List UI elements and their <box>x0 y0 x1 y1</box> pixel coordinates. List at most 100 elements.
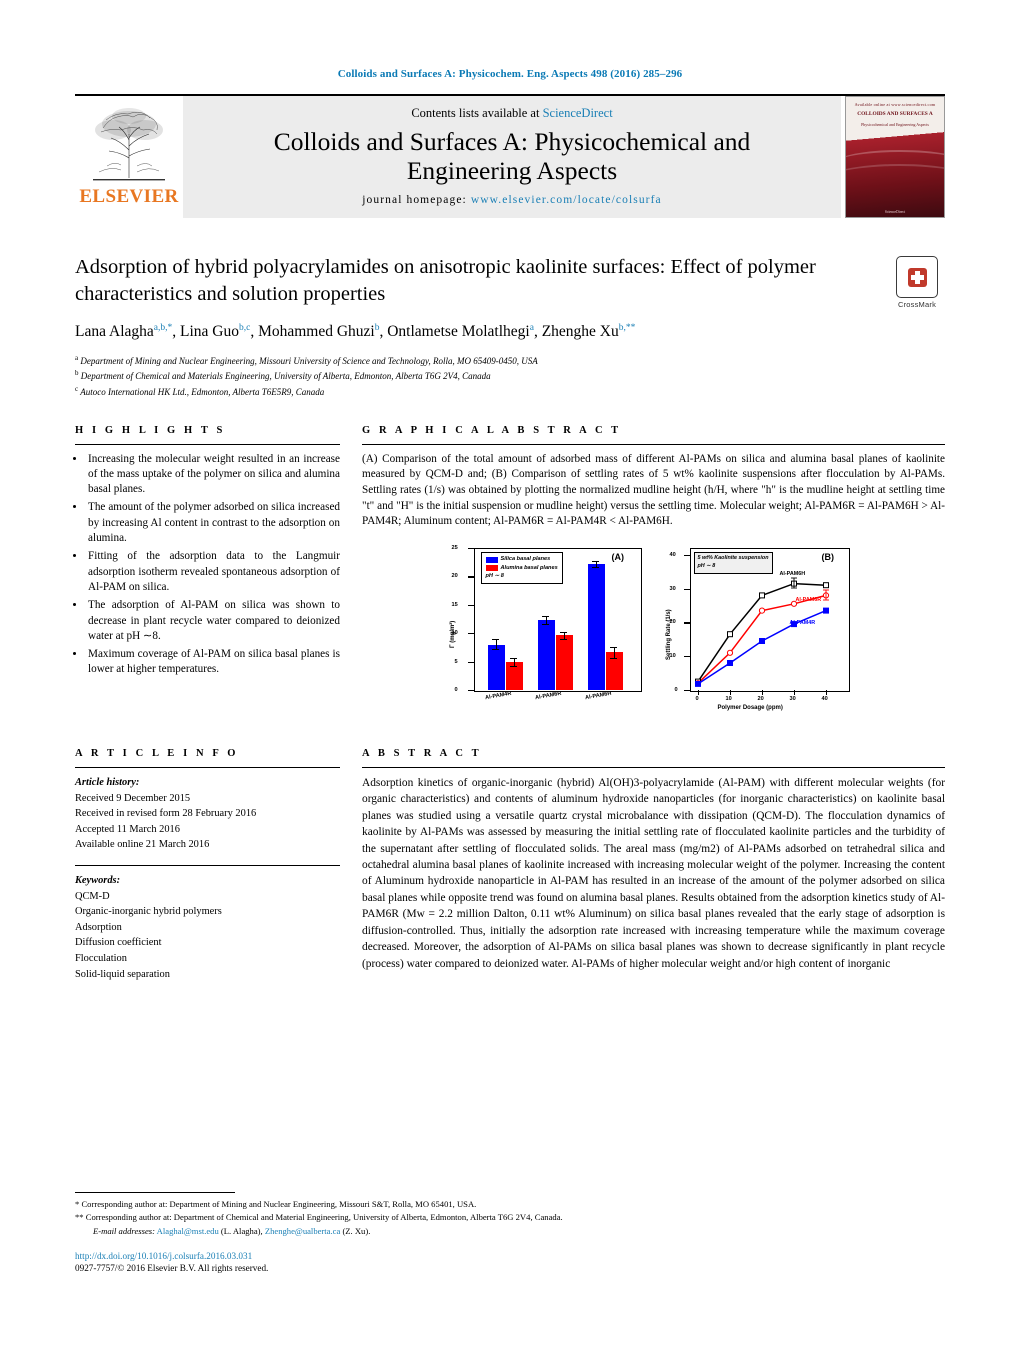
affiliation-mark: b <box>75 369 79 378</box>
running-head: Colloids and Surfaces A: Physicochem. En… <box>337 68 683 80</box>
history-item: Available online 21 March 2016 <box>75 839 210 851</box>
highlights-divider <box>75 443 340 445</box>
author-name[interactable]: Ontlametse Molatlhegi <box>387 323 529 340</box>
chart-a-bar-alumina <box>555 635 573 690</box>
author-name[interactable]: Zhenghe Xu <box>542 323 619 340</box>
legend-swatch-alumina-icon <box>485 565 498 572</box>
cover-swirl-2 <box>846 164 944 196</box>
graphical-abstract-caption: (A) Comparison of the total amount of ad… <box>362 452 945 528</box>
chart-a-ytick-label: 20 <box>451 573 458 580</box>
info-abstract-row: A R T I C L E I N F O Article history: R… <box>75 748 945 982</box>
legend-swatch-silica-icon <box>485 556 498 563</box>
homepage-url-link[interactable]: www.elsevier.com/locate/colsurfa <box>471 194 662 206</box>
article-history-block: Article history: Received 9 December 201… <box>75 775 340 853</box>
journal-cover-image: Available online at www.sciencedirect.co… <box>845 96 945 218</box>
elsevier-logo-block: ELSEVIER <box>75 96 183 218</box>
corresponding-author-1: * Corresponding author at: Department of… <box>75 1199 477 1210</box>
chart-a-errorcap <box>492 639 499 641</box>
chart-a-errorcap <box>592 560 599 562</box>
footnote-divider <box>75 1192 235 1194</box>
chart-b-series-label-al-pam6h: Al-PAM6H <box>779 570 806 577</box>
highlights-graphical-row: H I G H L I G H T S Increasing the molec… <box>75 425 945 722</box>
keyword-item: QCM-D <box>75 890 110 902</box>
keyword-item: Solid-liquid separation <box>75 968 170 980</box>
keyword-item: Organic-inorganic hybrid polymers <box>75 906 222 918</box>
journal-title: Colloids and Surfaces A: Physicochemical… <box>273 126 751 185</box>
author-list: Lana Alaghaa,b,*, Lina Guob,c, Mohammed … <box>75 322 636 341</box>
chart-a-ytick-label: 5 <box>454 658 458 665</box>
highlights-list: Increasing the molecular weight resulted… <box>75 452 340 678</box>
author-affil-mark: b,c <box>238 322 251 333</box>
affiliation-text: Department of Mining and Nuclear Enginee… <box>80 355 538 366</box>
list-item: Increasing the molecular weight resulted… <box>86 452 340 498</box>
chart-b-series-label-al-pam6r: Al-PAM6R <box>795 596 822 603</box>
author-affil-mark: b <box>374 322 380 333</box>
author-name[interactable]: Lina Guo <box>180 323 239 340</box>
history-item: Accepted 11 March 2016 <box>75 823 180 835</box>
affiliation-text: Autoco International HK Ltd., Edmonton, … <box>80 386 325 397</box>
affiliation-item: c Autoco International HK Ltd., Edmonton… <box>75 384 945 400</box>
crossmark-label: CrossMark <box>897 300 937 309</box>
affiliation-list: a Department of Mining and Nuclear Engin… <box>75 353 945 400</box>
author-name[interactable]: Mohammed Ghuzi <box>258 323 375 340</box>
chart-a-errorcap <box>510 657 517 659</box>
keywords-block: Keywords: QCM-D Organic-inorganic hybrid… <box>75 873 340 982</box>
crossmark-badge[interactable]: CrossMark <box>889 256 945 309</box>
keywords-divider <box>75 864 340 866</box>
footnotes: * Corresponding author at: Department of… <box>75 1192 945 1273</box>
chart-a-adsorbed-mass: 0 5 10 15 20 25 Γ (mg/m²) Al-PAM4R Al-PA… <box>444 540 648 720</box>
contents-available-line: Contents lists available at ScienceDirec… <box>411 106 612 121</box>
journal-title-line-2: Engineering Aspects <box>406 155 618 185</box>
chart-a-legend: Silica basal planes Alumina basal planes… <box>480 551 563 585</box>
issn-copyright: 0927-7757/© 2016 Elsevier B.V. All right… <box>75 1263 269 1273</box>
chart-a-xtick-label: Al-PAM6H <box>584 690 612 702</box>
chart-b-settling-rate: 0 10 20 30 40 Settling Rate (1/s) 0 10 2… <box>656 540 856 720</box>
article-page: Colloids and Surfaces A: Physicochem. En… <box>0 0 1020 1351</box>
email-link-2[interactable]: Zhenghe@ualberta.ca <box>265 1226 340 1236</box>
article-info-heading: A R T I C L E I N F O <box>75 747 239 759</box>
chart-b-panel-letter: (B) <box>821 551 835 562</box>
legend-entry-silica: Silica basal planes <box>485 555 558 563</box>
crossmark-cross-icon <box>907 267 927 287</box>
list-item: The adsorption of Al-PAM on silica was s… <box>86 598 340 644</box>
journal-homepage-line: journal homepage: www.elsevier.com/locat… <box>362 194 662 206</box>
chart-a-ytick <box>467 661 474 663</box>
keyword-item: Diffusion coefficient <box>75 937 162 949</box>
affiliation-item: a Department of Mining and Nuclear Engin… <box>75 353 945 369</box>
chart-a-errorcap <box>592 566 599 568</box>
chart-a-bar-silica <box>487 644 505 690</box>
chart-a-errorcap <box>510 665 517 667</box>
chart-a-y-axis-title: Γ (mg/m²) <box>449 620 456 648</box>
list-item: The amount of the polymer adsorbed on si… <box>86 500 340 546</box>
list-item: Fitting of the adsorption data to the La… <box>86 549 340 595</box>
email-link-1[interactable]: Alaghal@mst.edu <box>157 1226 219 1236</box>
chart-a-xtick-label: Al-PAM6R <box>534 690 562 702</box>
email-owner-1: (L. Alagha), <box>220 1225 263 1236</box>
graphical-abstract-section: G R A P H I C A L A B S T R A C T (A) Co… <box>362 425 945 722</box>
chart-a-errorcap <box>560 638 567 640</box>
article-history-label: Article history: <box>75 776 140 788</box>
chart-a-errorbar <box>613 646 615 658</box>
journal-masthead: ELSEVIER Contents lists available at Sci… <box>75 94 945 218</box>
sciencedirect-link[interactable]: ScienceDirect <box>543 106 613 120</box>
journal-title-line-1: Colloids and Surfaces A: Physicochemical… <box>273 126 751 156</box>
legend-label: Silica basal planes <box>500 556 551 563</box>
affiliation-mark: c <box>75 384 79 393</box>
cover-top-line: Available online at www.sciencedirect.co… <box>854 102 936 107</box>
chart-b-condition-note: 5 wt% Kaolinite suspension pH ∼ 8 <box>693 551 773 574</box>
author-affil-mark: a <box>529 322 534 333</box>
doi-link[interactable]: http://dx.doi.org/10.1016/j.colsurfa.201… <box>75 1251 945 1261</box>
chart-a-ytick-label: 0 <box>454 686 458 693</box>
chart-a-errorbar <box>545 615 547 624</box>
chart-a-errorcap <box>610 646 617 648</box>
crossmark-icon <box>896 256 938 298</box>
chart-b-note-line-1: 5 wt% Kaolinite suspension <box>697 554 769 561</box>
cover-title: COLLOIDS AND SURFACES A <box>857 111 933 118</box>
graphical-abstract-divider <box>362 443 945 445</box>
chart-a-errorcap <box>542 623 549 625</box>
abstract-heading: A B S T R A C T <box>362 747 482 759</box>
author-name[interactable]: Lana Alagha <box>75 323 154 340</box>
affiliation-text: Department of Chemical and Materials Eng… <box>80 371 491 382</box>
chart-a-errorcap <box>610 657 617 659</box>
email-owner-2: (Z. Xu). <box>342 1225 371 1236</box>
